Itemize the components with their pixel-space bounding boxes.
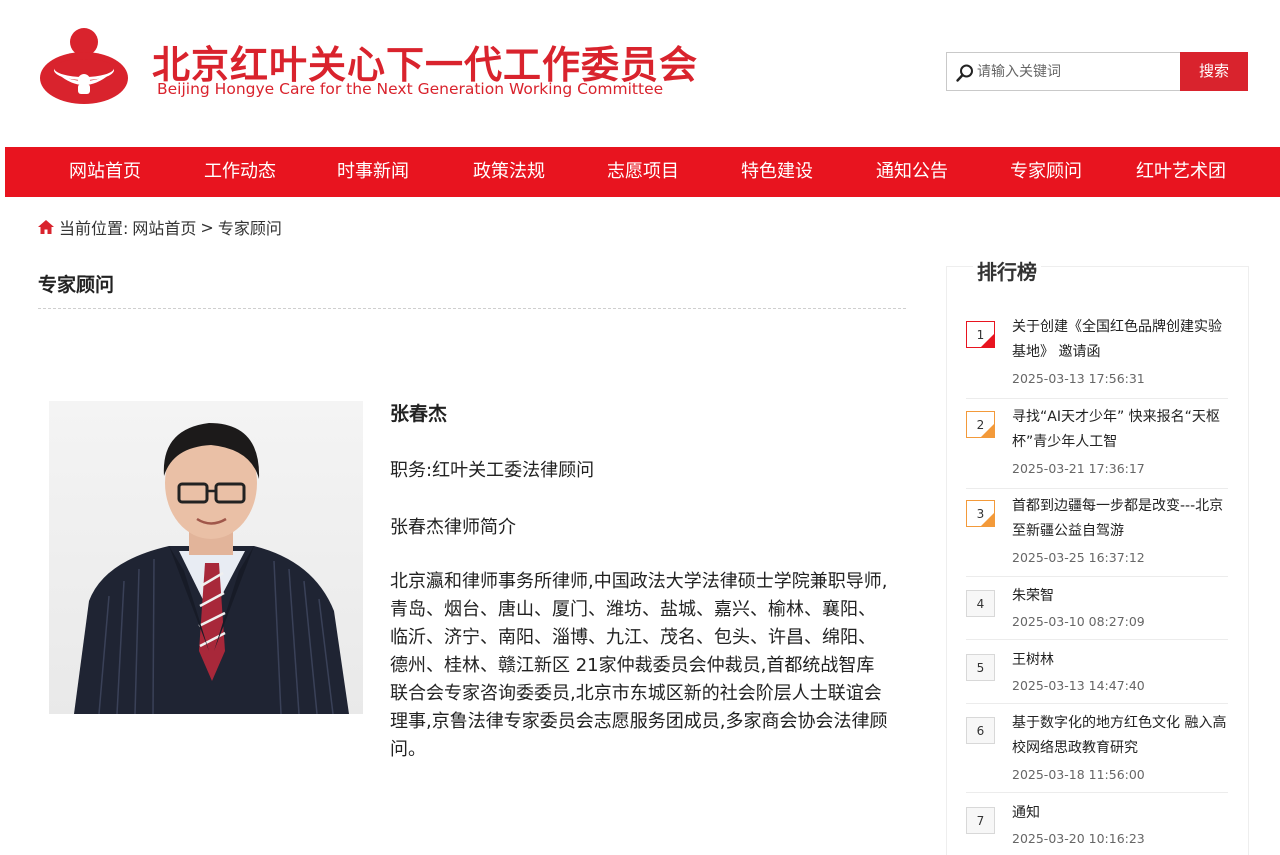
ranking-item-title[interactable]: 王树林 <box>1012 648 1228 673</box>
ranking-item-date: 2025-03-25 16:37:12 <box>1012 550 1145 565</box>
search-icon <box>956 64 973 82</box>
ranking-item: 2 寻找“AI天才少年” 快来报名“天枢杯”青少年人工智 2025-03-21 … <box>966 405 1228 489</box>
ranking-title: 排行榜 <box>973 256 1041 285</box>
search-input[interactable] <box>977 53 1177 90</box>
advisor-name: 张春杰 <box>390 403 448 425</box>
site-title-en: Beijing Hongye Care for the Next Generat… <box>157 80 664 98</box>
breadcrumb-label: 当前位置: <box>59 219 129 238</box>
breadcrumb-home-link[interactable]: 网站首页 <box>132 215 196 239</box>
page-title: 专家顾问 <box>38 274 115 296</box>
ranking-item: 4 朱荣智 2025-03-10 08:27:09 <box>966 584 1228 640</box>
nav-item-expert-advisors[interactable]: 专家顾问 <box>1010 147 1082 197</box>
advisor-intro-title: 张春杰律师简介 <box>390 517 516 538</box>
search-bar: 搜索 <box>946 52 1248 91</box>
rank-badge: 7 <box>966 807 995 834</box>
rank-badge: 3 <box>966 500 995 527</box>
ranking-item-date: 2025-03-10 08:27:09 <box>1012 614 1145 629</box>
ranking-item: 7 通知 2025-03-20 10:16:23 <box>966 801 1228 855</box>
home-icon <box>38 220 54 234</box>
ranking-item-title[interactable]: 基于数字化的地方红色文化 融入高校网络思政教育研究 <box>1012 711 1228 761</box>
ranking-item-date: 2025-03-20 10:16:23 <box>1012 831 1145 846</box>
advisor-portrait-photo <box>49 401 363 714</box>
breadcrumb-current[interactable]: 专家顾问 <box>218 215 282 239</box>
site-header: 北京红叶关心下一代工作委员会 Beijing Hongye Care for t… <box>0 0 1280 147</box>
search-box <box>946 52 1180 91</box>
ranking-item-date: 2025-03-13 17:56:31 <box>1012 371 1145 386</box>
red-circle-child-logo-icon[interactable] <box>38 24 130 106</box>
main-nav: 网站首页 工作动态 时事新闻 政策法规 志愿项目 特色建设 通知公告 专家顾问 … <box>5 147 1280 197</box>
nav-item-art-troupe[interactable]: 红叶艺术团 <box>1136 147 1226 197</box>
rank-badge: 4 <box>966 590 995 617</box>
ranking-item-title[interactable]: 关于创建《全国红色品牌创建实验基地》 邀请函 <box>1012 315 1228 365</box>
rank-badge: 1 <box>966 321 995 348</box>
rank-badge: 2 <box>966 411 995 438</box>
ranking-item-title[interactable]: 寻找“AI天才少年” 快来报名“天枢杯”青少年人工智 <box>1012 405 1228 455</box>
ranking-item: 1 关于创建《全国红色品牌创建实验基地》 邀请函 2025-03-13 17:5… <box>966 315 1228 399</box>
ranking-item-date: 2025-03-13 14:47:40 <box>1012 678 1145 693</box>
rank-badge: 5 <box>966 654 995 681</box>
advisor-position: 职务:红叶关工委法律顾问 <box>390 460 595 481</box>
section-divider <box>38 308 906 309</box>
ranking-item-title[interactable]: 首都到边疆每一步都是改变---北京至新疆公益自驾游 <box>1012 494 1228 544</box>
ranking-item-date: 2025-03-18 11:56:00 <box>1012 767 1145 782</box>
nav-item-policies[interactable]: 政策法规 <box>473 147 545 197</box>
nav-item-notices[interactable]: 通知公告 <box>876 147 948 197</box>
nav-item-current-affairs[interactable]: 时事新闻 <box>337 147 409 197</box>
breadcrumb: 当前位置: 网站首页 > 专家顾问 <box>37 216 286 238</box>
advisor-bio: 北京瀛和律师事务所律师,中国政法大学法律硕士学院兼职导师,青岛、烟台、唐山、厦门… <box>390 571 888 760</box>
ranking-item: 5 王树林 2025-03-13 14:47:40 <box>966 648 1228 704</box>
nav-item-featured-construction[interactable]: 特色建设 <box>741 147 813 197</box>
ranking-item: 6 基于数字化的地方红色文化 融入高校网络思政教育研究 2025-03-18 1… <box>966 711 1228 793</box>
ranking-item-title[interactable]: 通知 <box>1012 801 1228 826</box>
ranking-item: 3 首都到边疆每一步都是改变---北京至新疆公益自驾游 2025-03-25 1… <box>966 494 1228 577</box>
nav-item-volunteer-projects[interactable]: 志愿项目 <box>607 147 679 197</box>
breadcrumb-separator: > <box>200 217 214 237</box>
nav-item-home[interactable]: 网站首页 <box>69 147 141 197</box>
ranking-item-title[interactable]: 朱荣智 <box>1012 584 1228 609</box>
search-button[interactable]: 搜索 <box>1180 52 1248 91</box>
ranking-item-date: 2025-03-21 17:36:17 <box>1012 461 1145 476</box>
nav-item-work-news[interactable]: 工作动态 <box>204 147 276 197</box>
rank-badge: 6 <box>966 717 995 744</box>
